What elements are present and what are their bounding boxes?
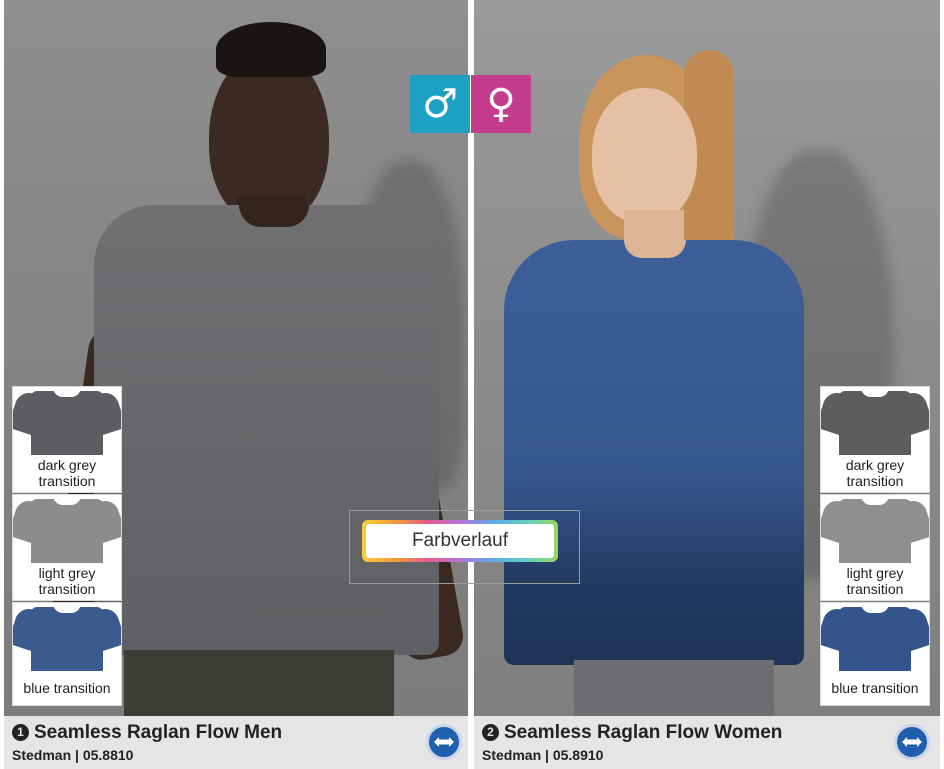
swatch-right-dark-grey[interactable]: dark grey transition [820, 386, 930, 493]
swatch-label: blue transition [831, 680, 919, 696]
farbverlauf-badge: Farbverlauf [362, 520, 558, 562]
light-grey-shirt-thumbnail [13, 495, 121, 563]
light-grey-shirt-thumbnail [821, 495, 929, 563]
swatch-label: blue transition [23, 680, 111, 696]
dark-grey-shirt-thumbnail [821, 387, 929, 455]
swatch-right-light-grey[interactable]: light grey transition [820, 494, 930, 601]
swatch-left-light-grey[interactable]: light grey transition [12, 494, 122, 601]
product-number-badge: 1 [12, 724, 29, 741]
female-blue-shirt [504, 240, 804, 665]
male-grey-shirt [94, 205, 439, 655]
product-title: 1 Seamless Raglan Flow Men [12, 722, 282, 744]
swatch-label: dark grey transition [845, 457, 905, 489]
farbverlauf-label: Farbverlauf [366, 524, 554, 558]
female-symbol-icon: ♀ [471, 75, 531, 133]
product-title: 2 Seamless Raglan Flow Women [482, 722, 782, 744]
swatch-label: light grey transition [846, 565, 904, 597]
male-symbol-icon: ♂ [410, 75, 470, 133]
blue-shirt-thumbnail [13, 603, 121, 671]
swatch-left-blue[interactable]: blue transition [12, 602, 122, 706]
swatch-right-blue[interactable]: blue transition [820, 602, 930, 706]
swatch-label: dark grey transition [37, 457, 97, 489]
product-brand-code: Stedman | 05.8910 [482, 747, 604, 763]
male-trousers [124, 650, 394, 716]
swatch-label: light grey transition [38, 565, 96, 597]
male-collar [239, 205, 309, 227]
product-footer-women: 2 Seamless Raglan Flow Women Stedman | 05… [474, 716, 940, 769]
product-number-badge: 2 [482, 724, 499, 741]
swap-arrows-icon[interactable] [426, 724, 462, 760]
swatch-left-dark-grey[interactable]: dark grey transition [12, 386, 122, 493]
female-leggings [574, 660, 774, 716]
swap-arrows-icon[interactable] [894, 724, 930, 760]
dark-grey-shirt-thumbnail [13, 387, 121, 455]
female-collar [624, 240, 686, 258]
product-title-text: Seamless Raglan Flow Women [504, 722, 783, 743]
product-brand-code: Stedman | 05.8810 [12, 747, 134, 763]
blue-shirt-thumbnail [821, 603, 929, 671]
female-face [592, 88, 697, 223]
product-footer-men: 1 Seamless Raglan Flow Men Stedman | 05.8… [4, 716, 468, 769]
male-hair [216, 22, 326, 77]
product-title-text: Seamless Raglan Flow Men [34, 722, 283, 743]
